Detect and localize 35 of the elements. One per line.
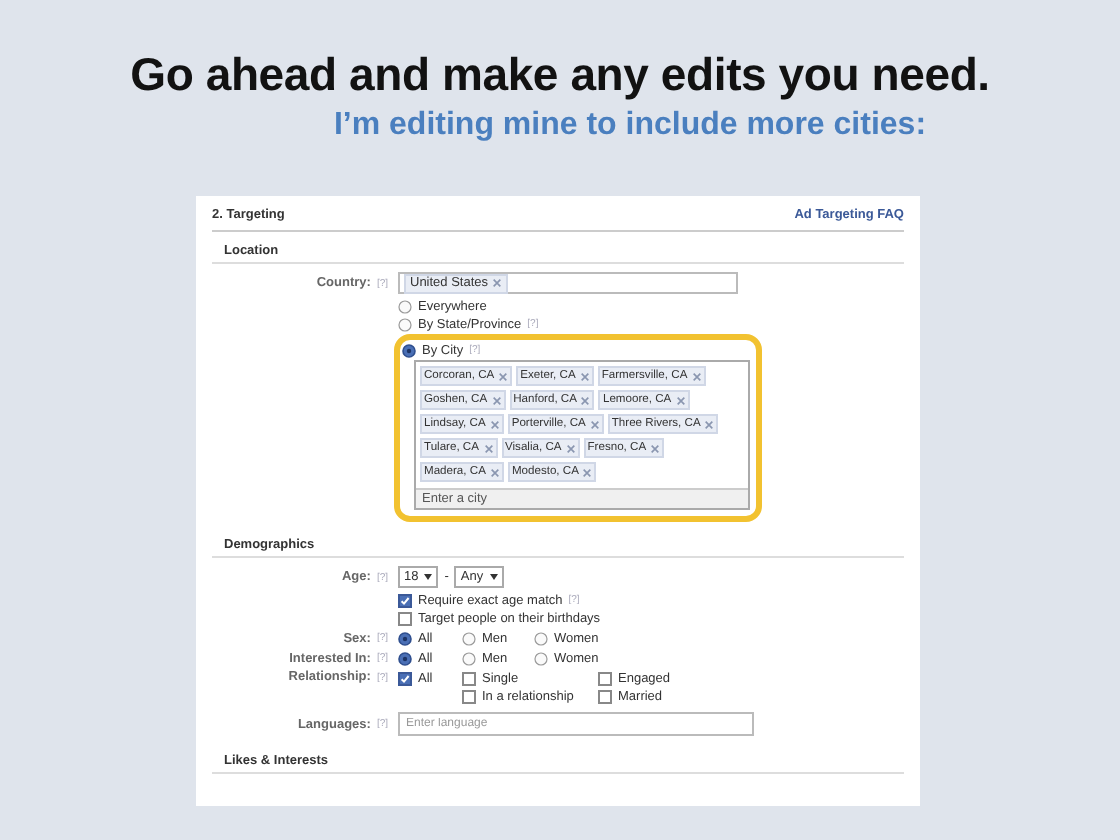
checkbox[interactable] — [398, 611, 412, 625]
remove-icon[interactable] — [650, 443, 661, 453]
caret-icon — [424, 574, 433, 580]
checkbox[interactable] — [598, 671, 612, 685]
radio-button[interactable] — [398, 317, 412, 331]
slide-title: Go ahead and make any edits you need. — [130, 48, 990, 102]
remove-icon[interactable] — [565, 443, 576, 453]
remove-icon[interactable] — [489, 467, 500, 477]
remove-icon[interactable] — [491, 395, 502, 405]
remove-icon[interactable] — [589, 419, 600, 429]
checkbox[interactable] — [462, 689, 476, 703]
remove-icon[interactable] — [579, 371, 590, 381]
radio-button[interactable] — [462, 631, 476, 645]
checkbox[interactable] — [398, 671, 412, 685]
checkbox[interactable] — [462, 671, 476, 685]
checkbox[interactable] — [598, 689, 612, 703]
radio-button[interactable] — [534, 651, 548, 665]
remove-icon[interactable] — [492, 278, 503, 288]
radio-button[interactable] — [402, 343, 416, 357]
radio-button[interactable] — [398, 299, 412, 313]
remove-icon[interactable] — [483, 443, 493, 453]
remove-icon[interactable] — [704, 419, 715, 429]
remove-icon[interactable] — [691, 371, 702, 381]
caret-icon — [489, 574, 498, 580]
radio-button[interactable] — [462, 651, 476, 665]
slide-subtitle: I’m editing mine to include more cities: — [333, 108, 927, 144]
remove-icon[interactable] — [489, 419, 500, 429]
remove-icon[interactable] — [675, 395, 686, 405]
radio-button[interactable] — [534, 631, 548, 645]
remove-icon[interactable] — [582, 467, 593, 477]
remove-icon[interactable] — [580, 395, 591, 405]
radio-button[interactable] — [398, 651, 412, 665]
radio-button[interactable] — [398, 631, 412, 645]
checkbox[interactable] — [398, 593, 412, 607]
remove-icon[interactable] — [498, 371, 509, 381]
